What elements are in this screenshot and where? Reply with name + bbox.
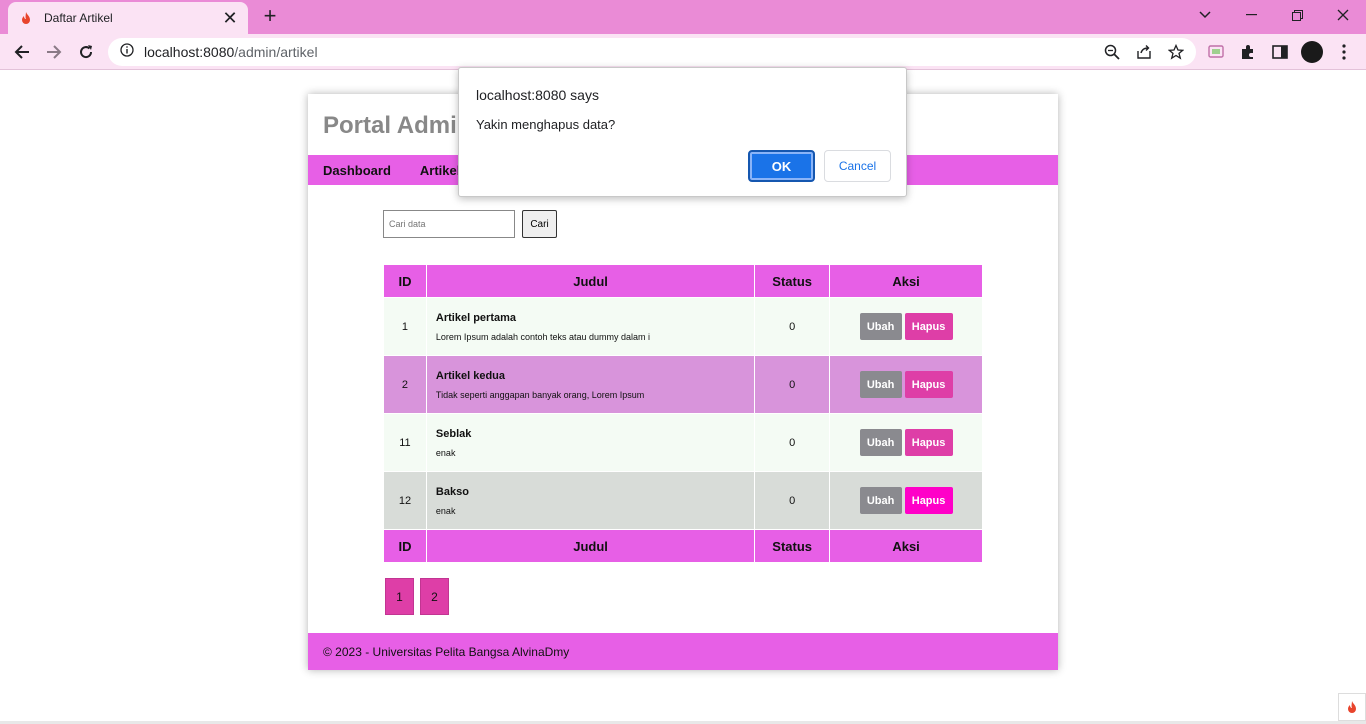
back-arrow-icon[interactable]: [10, 40, 34, 64]
side-panel-icon[interactable]: [1268, 40, 1292, 64]
table-row: 2 Artikel kedua Tidak seperti anggapan b…: [383, 355, 983, 414]
article-title: Seblak: [435, 427, 472, 440]
cell-aksi: Ubah Hapus: [829, 297, 983, 356]
pagination: 1 2: [385, 578, 449, 615]
col-header-id: ID: [383, 264, 427, 298]
cell-id: 2: [383, 355, 427, 414]
bookmark-star-icon[interactable]: [1166, 42, 1186, 62]
cell-aksi: Ubah Hapus: [829, 355, 983, 414]
dialog-origin: localhost:8080 says: [476, 87, 599, 103]
cell-id: 1: [383, 297, 427, 356]
edit-button[interactable]: Ubah: [859, 487, 902, 514]
col-footer-id: ID: [383, 529, 427, 563]
cell-judul: Artikel pertama Lorem Ipsum adalah conto…: [425, 297, 756, 356]
cell-id: 12: [383, 471, 427, 530]
flame-icon[interactable]: [1338, 693, 1366, 721]
browser-toolbar: localhost:8080/admin/artikel: [0, 34, 1366, 70]
cell-status: 0: [754, 297, 831, 356]
article-excerpt: enak: [435, 505, 456, 516]
article-title: Artikel kedua: [435, 369, 506, 382]
page-link-1[interactable]: 1: [385, 578, 414, 615]
ok-button[interactable]: OK: [748, 150, 815, 182]
search-button[interactable]: Cari: [522, 210, 557, 238]
nav-dashboard[interactable]: Dashboard: [323, 163, 391, 178]
cell-judul: Bakso enak: [425, 471, 756, 530]
col-footer-status: Status: [754, 529, 831, 563]
col-header-aksi: Aksi: [829, 264, 983, 298]
minimize-icon[interactable]: [1228, 0, 1274, 30]
cell-status: 0: [754, 355, 831, 414]
share-icon[interactable]: [1134, 42, 1154, 62]
page-footer: © 2023 - Universitas Pelita Bangsa Alvin…: [308, 633, 1058, 670]
tab-strip: Daftar Artikel ✕ +: [0, 0, 1366, 34]
table-row: 1 Artikel pertama Lorem Ipsum adalah con…: [383, 297, 983, 356]
page-link-2[interactable]: 2: [420, 578, 449, 615]
nav-artikel[interactable]: Artikel: [420, 163, 460, 178]
reload-icon[interactable]: [74, 40, 98, 64]
cell-status: 0: [754, 471, 831, 530]
cell-judul: Artikel kedua Tidak seperti anggapan ban…: [425, 355, 756, 414]
url-path: /admin/artikel: [234, 44, 318, 60]
url-text: localhost:8080/admin/artikel: [144, 44, 318, 60]
delete-button[interactable]: Hapus: [904, 313, 953, 340]
cell-id: 11: [383, 413, 427, 472]
col-footer-judul: Judul: [425, 529, 756, 563]
article-excerpt: Lorem Ipsum adalah contoh teks atau dumm…: [435, 331, 651, 342]
restore-icon[interactable]: [1274, 0, 1320, 30]
close-tab-icon[interactable]: ✕: [222, 9, 238, 27]
edit-button[interactable]: Ubah: [859, 313, 902, 340]
zoom-icon[interactable]: [1102, 42, 1122, 62]
cell-aksi: Ubah Hapus: [829, 413, 983, 472]
flame-icon: [18, 10, 34, 26]
cast-icon[interactable]: [1204, 40, 1228, 64]
tab-title: Daftar Artikel: [44, 11, 113, 25]
forward-arrow-icon[interactable]: [42, 40, 66, 64]
dialog-message: Yakin menghapus data?: [476, 117, 616, 132]
kebab-menu-icon[interactable]: [1332, 40, 1356, 64]
url-host: localhost:8080: [144, 44, 235, 60]
browser-tab[interactable]: Daftar Artikel ✕: [8, 2, 248, 34]
table-row: 12 Bakso enak 0 Ubah Hapus: [383, 471, 983, 530]
new-tab-button[interactable]: +: [258, 4, 282, 28]
delete-button[interactable]: Hapus: [904, 371, 953, 398]
col-header-judul: Judul: [425, 264, 756, 298]
cell-status: 0: [754, 413, 831, 472]
cell-aksi: Ubah Hapus: [829, 471, 983, 530]
close-window-icon[interactable]: [1320, 0, 1366, 30]
article-excerpt: enak: [435, 447, 456, 458]
col-footer-aksi: Aksi: [829, 529, 983, 563]
cell-judul: Seblak enak: [425, 413, 756, 472]
article-title: Bakso: [435, 485, 469, 498]
edit-button[interactable]: Ubah: [859, 371, 902, 398]
site-title: Portal Admi: [323, 112, 457, 139]
article-excerpt: Tidak seperti anggapan banyak orang, Lor…: [435, 389, 645, 400]
artikel-table: ID Judul Status Aksi 1 Artikel pertama L…: [383, 264, 983, 563]
search-input[interactable]: [383, 210, 515, 238]
address-bar[interactable]: localhost:8080/admin/artikel: [108, 38, 1196, 66]
tab-search-icon[interactable]: [1182, 0, 1228, 30]
table-row: 11 Seblak enak 0 Ubah Hapus: [383, 413, 983, 472]
info-icon[interactable]: [120, 42, 134, 62]
confirm-dialog: localhost:8080 says Yakin menghapus data…: [458, 67, 907, 197]
search-form: Cari: [383, 210, 557, 238]
delete-button[interactable]: Hapus: [904, 429, 953, 456]
article-title: Artikel pertama: [435, 311, 517, 324]
edit-button[interactable]: Ubah: [859, 429, 902, 456]
extensions-puzzle-icon[interactable]: [1236, 40, 1260, 64]
cancel-button[interactable]: Cancel: [824, 150, 891, 182]
col-header-status: Status: [754, 264, 831, 298]
delete-button[interactable]: Hapus: [904, 487, 953, 514]
profile-avatar[interactable]: [1300, 40, 1324, 64]
